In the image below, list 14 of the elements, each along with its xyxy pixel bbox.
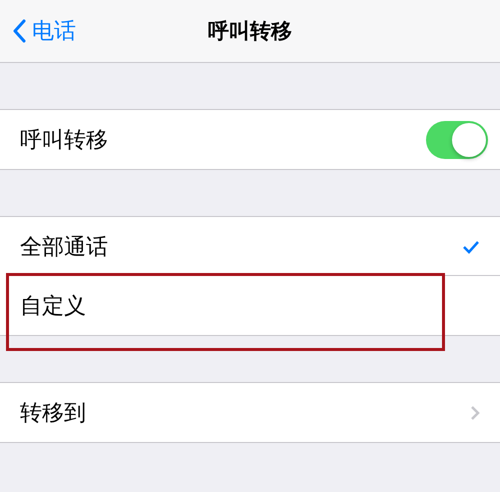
- settings-row[interactable]: 呼叫转移: [0, 110, 500, 169]
- settings-row[interactable]: 全部通话: [0, 217, 500, 276]
- back-label[interactable]: 电话: [32, 16, 76, 46]
- toggle-switch[interactable]: [426, 120, 488, 158]
- back-chevron-icon: [12, 19, 26, 43]
- chevron-icon: [470, 404, 480, 420]
- row-label: 呼叫转移: [20, 126, 108, 154]
- back-button[interactable]: 电话: [0, 16, 76, 46]
- row-label: 全部通话: [20, 234, 108, 262]
- settings-row[interactable]: 转移到: [0, 383, 500, 442]
- row-label: 转移到: [20, 400, 86, 428]
- page-title: 呼叫转移: [208, 18, 292, 45]
- settings-row[interactable]: 自定义: [0, 276, 500, 335]
- row-label: 自定义: [20, 292, 86, 320]
